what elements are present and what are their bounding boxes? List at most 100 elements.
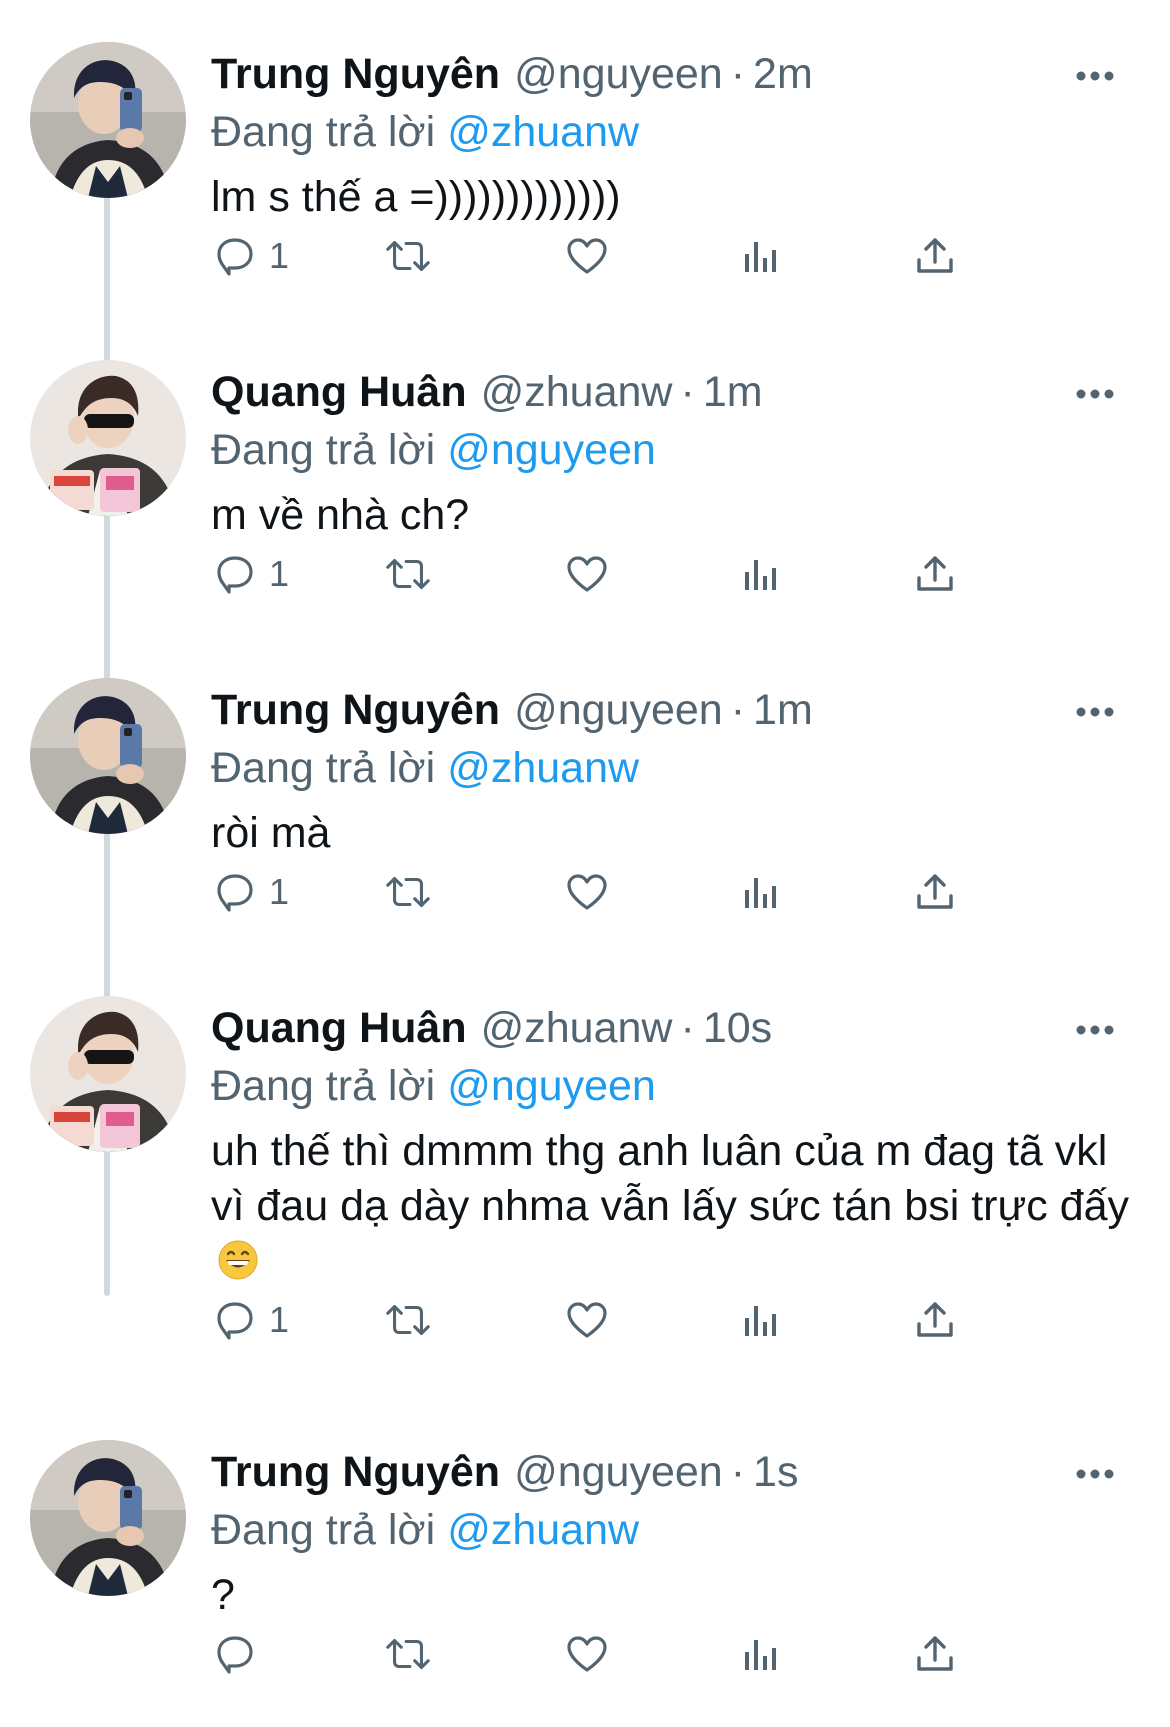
like-button[interactable] <box>563 862 611 922</box>
retweet-button[interactable] <box>383 544 433 604</box>
more-options-button[interactable] <box>1060 1454 1130 1494</box>
display-name[interactable]: Quang Huân <box>211 1004 467 1052</box>
display-name[interactable]: Trung Nguyên <box>211 1448 500 1496</box>
three-dots-icon <box>1076 389 1114 399</box>
reply-count: 1 <box>269 553 290 594</box>
upload-arrow-icon <box>917 238 953 273</box>
tweet-text: m về nhà ch? <box>211 491 470 539</box>
replying-prefix: Đang trả lời <box>211 1506 436 1554</box>
more-options-button[interactable] <box>1060 692 1130 732</box>
bar-chart-icon <box>745 1640 776 1670</box>
replying-to: Đang trả lời @nguyeen <box>211 420 656 480</box>
separator-dot: · <box>680 368 695 416</box>
upload-arrow-icon <box>917 874 953 909</box>
avatar[interactable] <box>30 1440 186 1596</box>
upload-arrow-icon <box>917 1636 953 1671</box>
like-button[interactable] <box>563 1290 611 1350</box>
tweet[interactable]: Trung Nguyên @nguyeen · 1s Đang trả lời @zhu… <box>0 1428 1170 1727</box>
like-button[interactable] <box>563 544 611 604</box>
tweet-timestamp[interactable]: 2m <box>753 50 813 98</box>
replying-to: Đang trả lời @zhuanw <box>211 738 639 798</box>
heart-icon <box>567 556 607 592</box>
speech-bubble-icon <box>217 874 253 912</box>
avatar[interactable] <box>30 996 186 1152</box>
reply-button[interactable]: 1 <box>211 226 289 286</box>
like-button[interactable] <box>563 1624 611 1684</box>
tweet-header: Quang Huân @zhuanw · 1m <box>211 362 763 422</box>
upload-arrow-icon <box>917 556 953 591</box>
mention-link[interactable]: @zhuanw <box>447 744 639 792</box>
more-options-button[interactable] <box>1060 56 1130 96</box>
bar-chart-icon <box>745 1306 776 1336</box>
more-options-button[interactable] <box>1060 1010 1130 1050</box>
reply-button[interactable]: 1 <box>211 862 289 922</box>
tweet-timestamp[interactable]: 1m <box>703 368 763 416</box>
tweet[interactable]: Quang Huân @zhuanw · 10s Đang trả lời @nguye… <box>0 984 1170 1424</box>
views-button[interactable] <box>737 544 785 604</box>
tweet-timestamp[interactable]: 1s <box>753 1448 798 1496</box>
display-name[interactable]: Trung Nguyên <box>211 50 500 98</box>
share-button[interactable] <box>911 226 959 286</box>
tweet[interactable]: Quang Huân @zhuanw · 1m Đang trả lời @nguyee… <box>0 348 1170 666</box>
replying-prefix: Đang trả lời <box>211 108 436 156</box>
retweet-button[interactable] <box>383 1624 433 1684</box>
avatar[interactable] <box>30 678 186 834</box>
replying-prefix: Đang trả lời <box>211 1062 436 1110</box>
user-handle[interactable]: @nguyeen <box>514 50 723 98</box>
tweet-text: ? <box>211 1571 235 1619</box>
views-button[interactable] <box>737 226 785 286</box>
share-button[interactable] <box>911 1624 959 1684</box>
tweet-actions: 1 <box>211 226 1041 286</box>
tweet-text: ròi mà <box>211 809 331 857</box>
user-handle[interactable]: @nguyeen <box>514 686 723 734</box>
heart-icon <box>567 874 607 910</box>
tweet-timestamp[interactable]: 1m <box>753 686 813 734</box>
speech-bubble-icon <box>217 556 253 594</box>
retweet-button[interactable] <box>383 226 433 286</box>
retweet-arrows-icon <box>386 1305 430 1335</box>
retweet-button[interactable] <box>383 1290 433 1350</box>
display-name[interactable]: Quang Huân <box>211 368 467 416</box>
mention-link[interactable]: @zhuanw <box>447 1506 639 1554</box>
reply-count: 1 <box>269 235 290 276</box>
tweet-actions <box>211 1624 1041 1684</box>
reply-button[interactable] <box>211 1624 259 1684</box>
user-handle[interactable]: @zhuanw <box>481 1004 673 1052</box>
heart-icon <box>567 1636 607 1672</box>
tweet[interactable]: Trung Nguyên @nguyeen · 1m Đang trả lời @zhu… <box>0 666 1170 984</box>
retweet-button[interactable] <box>383 862 433 922</box>
views-button[interactable] <box>737 862 785 922</box>
avatar[interactable] <box>30 360 186 516</box>
avatar[interactable] <box>30 42 186 198</box>
tweet-header: Trung Nguyên @nguyeen · 2m <box>211 44 813 104</box>
share-button[interactable] <box>911 862 959 922</box>
separator-dot: · <box>680 1004 695 1052</box>
replying-to: Đang trả lời @zhuanw <box>211 102 639 162</box>
user-handle[interactable]: @zhuanw <box>481 368 673 416</box>
tweet-timestamp[interactable]: 10s <box>703 1004 772 1052</box>
mention-link[interactable]: @zhuanw <box>447 108 639 156</box>
upload-arrow-icon <box>917 1302 953 1337</box>
mention-link[interactable]: @nguyeen <box>447 426 656 474</box>
share-button[interactable] <box>911 544 959 604</box>
views-button[interactable] <box>737 1624 785 1684</box>
mention-link[interactable]: @nguyeen <box>447 1062 656 1110</box>
like-button[interactable] <box>563 226 611 286</box>
three-dots-icon <box>1076 1025 1114 1035</box>
retweet-arrows-icon <box>386 241 430 271</box>
reply-button[interactable]: 1 <box>211 544 289 604</box>
speech-bubble-icon <box>217 1302 253 1340</box>
user-handle[interactable]: @nguyeen <box>514 1448 723 1496</box>
display-name[interactable]: Trung Nguyên <box>211 686 500 734</box>
share-button[interactable] <box>911 1290 959 1350</box>
tweet-text-content: uh thế thì dmmm thg anh luân của m đag t… <box>211 1127 1130 1230</box>
reply-count: 1 <box>269 871 290 912</box>
views-button[interactable] <box>737 1290 785 1350</box>
tweet[interactable]: Trung Nguyên @nguyeen · 2m Đang trả lời @zhu… <box>0 30 1170 348</box>
tweet-text: uh thế thì dmmm thg anh luân của m đag t… <box>211 1124 1131 1295</box>
tweet-header: Quang Huân @zhuanw · 10s <box>211 998 772 1058</box>
bar-chart-icon <box>745 560 776 590</box>
reply-button[interactable]: 1 <box>211 1290 289 1350</box>
tweet-text: lm s thế a =))))))))))))) <box>211 173 621 221</box>
more-options-button[interactable] <box>1060 374 1130 414</box>
